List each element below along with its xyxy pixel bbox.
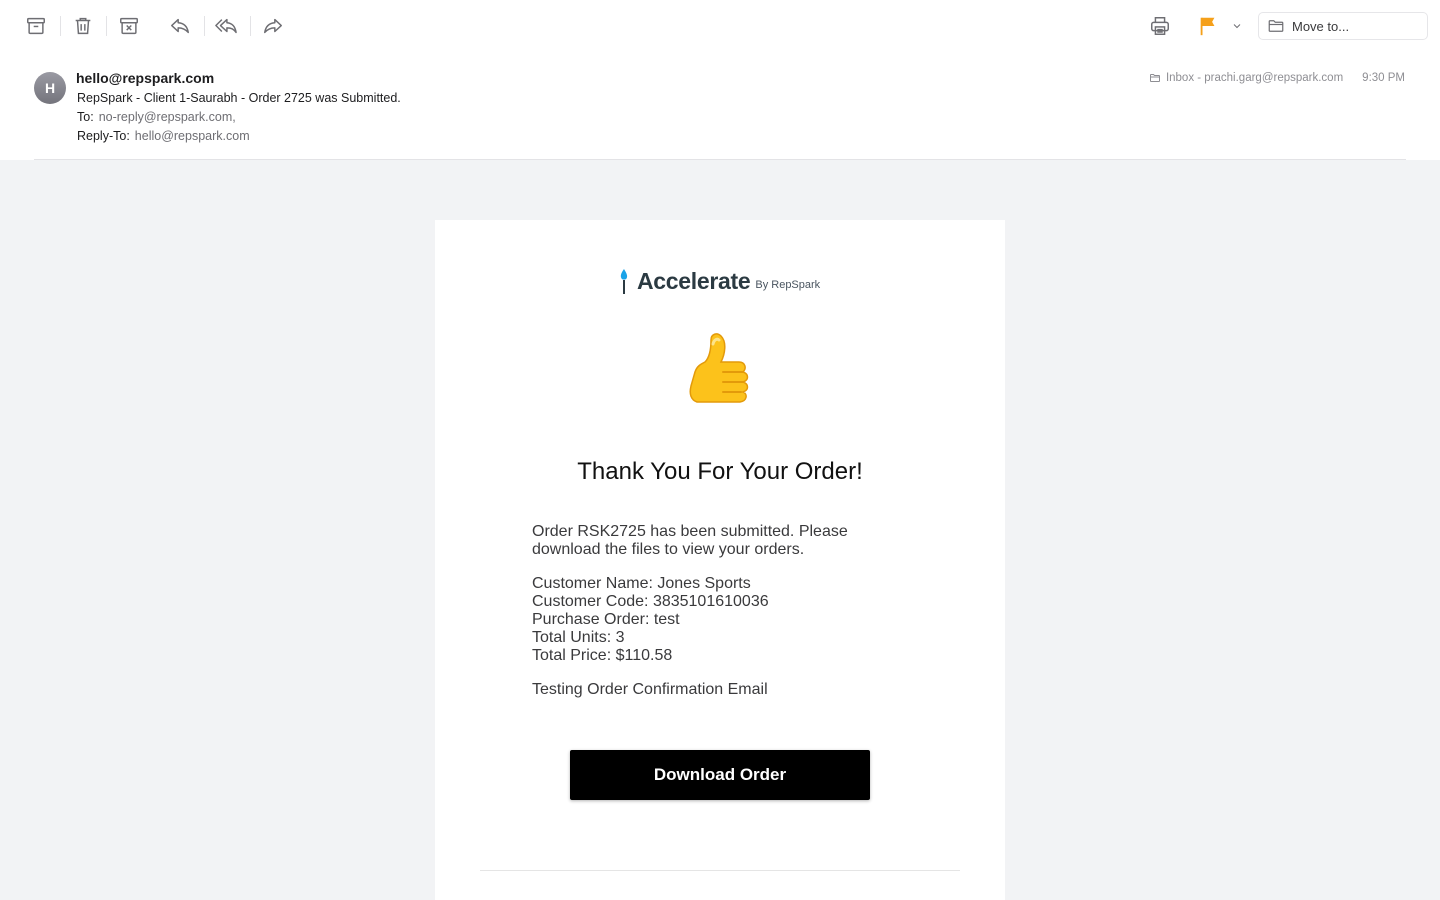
to-line: To: no-reply@repspark.com, bbox=[77, 110, 236, 124]
reply-to-address[interactable]: hello@repspark.com bbox=[135, 129, 250, 143]
avatar: H bbox=[34, 72, 66, 104]
printer-icon bbox=[1151, 17, 1169, 35]
reply-all-button[interactable] bbox=[212, 12, 240, 40]
order-note: Testing Order Confirmation Email bbox=[532, 681, 768, 698]
logo-tagline: By RepSpark bbox=[755, 279, 821, 291]
thumbs-up-icon bbox=[689, 333, 749, 403]
move-to-button[interactable]: Move to... bbox=[1258, 12, 1428, 40]
junk-icon bbox=[120, 17, 138, 35]
reply-to-line: Reply-To: hello@repspark.com bbox=[77, 129, 250, 143]
trash-icon bbox=[75, 17, 91, 35]
move-to-label: Move to... bbox=[1292, 18, 1350, 34]
mailbox-label: Inbox - prachi.garg@repspark.com bbox=[1165, 72, 1344, 84]
logo-name: Accelerate bbox=[637, 268, 751, 294]
forward-icon bbox=[264, 18, 282, 34]
purchase-order: Purchase Order: test bbox=[532, 611, 680, 628]
reply-to-label: Reply-To: bbox=[77, 129, 130, 143]
reply-button[interactable] bbox=[166, 12, 194, 40]
customer-name: Customer Name: Jones Sports bbox=[532, 575, 751, 592]
message-meta: Inbox - prachi.garg@repspark.com 9:30 PM bbox=[1149, 72, 1405, 84]
download-order-button[interactable]: Download Order bbox=[570, 750, 870, 800]
folder-icon bbox=[1268, 20, 1284, 32]
order-details: Order RSK2725 has been submitted. Please… bbox=[532, 523, 912, 715]
subject-line: RepSpark - Client 1-Saurabh - Order 2725… bbox=[77, 91, 401, 105]
archive-button[interactable] bbox=[22, 12, 50, 40]
email-card: Accelerate By RepSpark Thank You For You… bbox=[435, 220, 1005, 900]
total-price: Total Price: $110.58 bbox=[532, 647, 673, 664]
total-units: Total Units: 3 bbox=[532, 629, 625, 646]
toolbar: Move to... bbox=[0, 0, 1440, 52]
order-summary: Customer Name: Jones Sports Customer Cod… bbox=[532, 575, 912, 665]
sender-address[interactable]: hello@repspark.com bbox=[76, 70, 214, 86]
flame-icon bbox=[620, 269, 628, 294]
trash-button[interactable] bbox=[69, 12, 97, 40]
forward-button[interactable] bbox=[259, 12, 287, 40]
flag-menu-button[interactable] bbox=[1224, 12, 1250, 40]
message-time: 9:30 PM bbox=[1362, 72, 1405, 84]
to-address[interactable]: no-reply@repspark.com, bbox=[99, 110, 236, 124]
mailbox-icon bbox=[1149, 74, 1160, 82]
print-button[interactable] bbox=[1146, 12, 1174, 40]
flag-icon bbox=[1200, 17, 1215, 36]
card-divider bbox=[480, 870, 960, 871]
accelerate-logo: Accelerate By RepSpark bbox=[617, 268, 820, 294]
reply-icon bbox=[171, 18, 189, 34]
flag-button[interactable] bbox=[1194, 12, 1222, 40]
message-body: Accelerate By RepSpark Thank You For You… bbox=[0, 160, 1440, 900]
to-label: To: bbox=[77, 110, 94, 124]
order-intro: Order RSK2725 has been submitted. Please… bbox=[532, 523, 848, 558]
message-header: H hello@repspark.com RepSpark - Client 1… bbox=[0, 60, 1440, 160]
customer-code: Customer Code: 3835101610036 bbox=[532, 593, 769, 610]
email-title: Thank You For Your Order! bbox=[577, 458, 863, 485]
reply-all-icon bbox=[215, 18, 237, 34]
archive-icon bbox=[27, 17, 45, 35]
chevron-down-icon bbox=[1233, 24, 1241, 29]
junk-button[interactable] bbox=[115, 12, 143, 40]
